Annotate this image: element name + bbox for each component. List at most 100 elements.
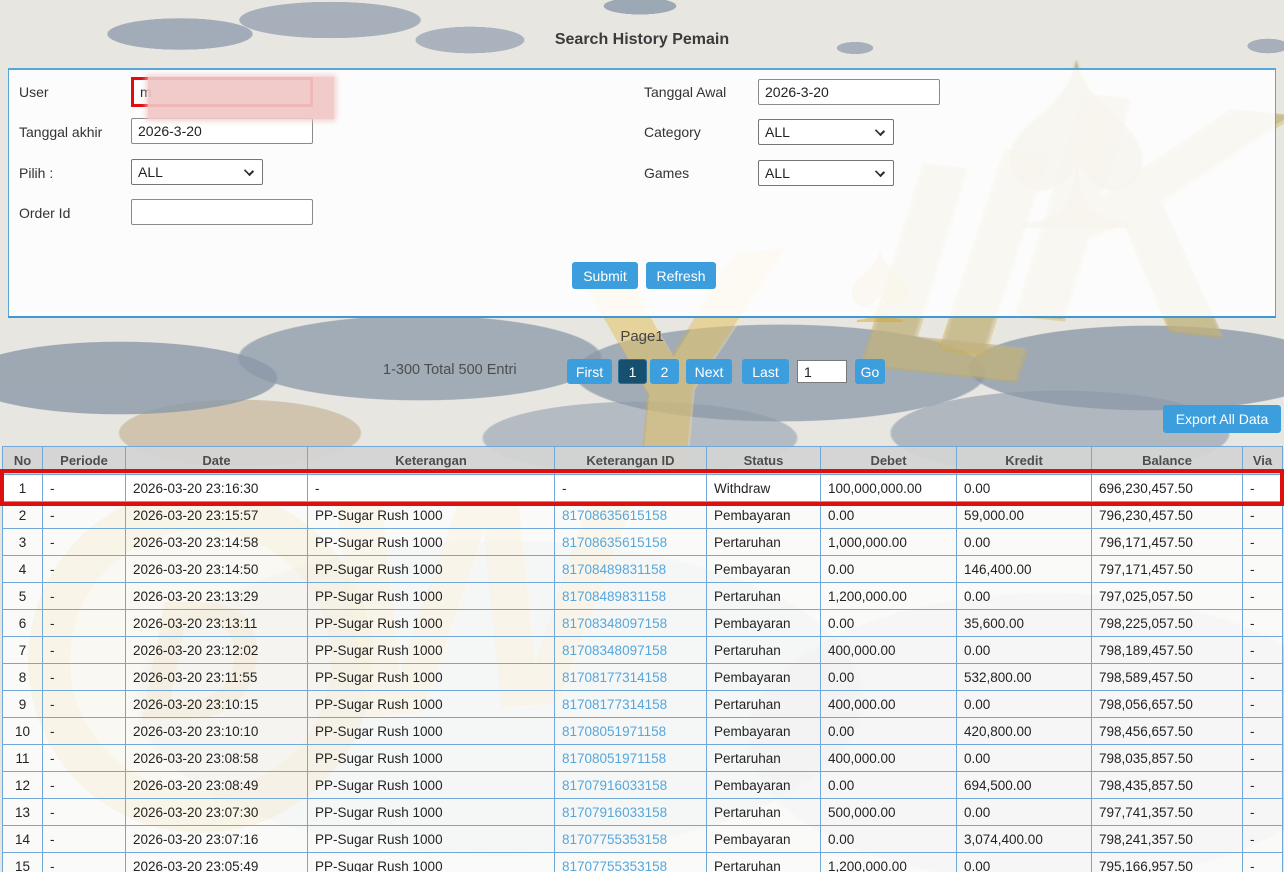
category-select-value: ALL: [765, 124, 790, 140]
table-row: 13-2026-03-20 23:07:30 PP-Sugar Rush 1000…: [2, 798, 1283, 826]
column-header-kredit: Kredit: [956, 446, 1092, 475]
cell-keterangan-id: 81708489831158: [554, 555, 707, 583]
cell-status: Pertaruhan: [706, 798, 821, 826]
keterangan-id-link[interactable]: 81708051971158: [562, 724, 666, 739]
keterangan-id-link[interactable]: 81708348097158: [562, 616, 667, 631]
games-select[interactable]: ALL: [758, 160, 894, 186]
cell-keterangan-id: 81708177314158: [554, 663, 707, 691]
table-row: 11-2026-03-20 23:08:58 PP-Sugar Rush 1000…: [2, 744, 1283, 772]
cell-keterangan: PP-Sugar Rush 1000: [307, 717, 555, 745]
column-header-date: Date: [125, 446, 308, 475]
cell-debet: 400,000.00: [820, 744, 957, 772]
cell-date: 2026-03-20 23:13:29: [125, 582, 308, 610]
column-header-debet: Debet: [820, 446, 957, 475]
first-page-button[interactable]: First: [567, 359, 612, 384]
cell-keterangan: PP-Sugar Rush 1000: [307, 555, 555, 583]
keterangan-id-link[interactable]: 81708348097158: [562, 643, 667, 658]
cell-periode: -: [42, 582, 126, 610]
keterangan-id-link[interactable]: 81708177314158: [562, 697, 667, 712]
table-row: 6-2026-03-20 23:13:11 PP-Sugar Rush 1000 8…: [2, 609, 1283, 637]
tanggal-awal-input[interactable]: [758, 79, 940, 105]
keterangan-id-link[interactable]: 81707755353158: [562, 859, 667, 872]
column-header-keterangan: Keterangan: [307, 446, 555, 475]
keterangan-id-link[interactable]: 81707916033158: [562, 778, 667, 793]
cell-date: 2026-03-20 23:14:58: [125, 528, 308, 556]
pilih-select[interactable]: ALL: [131, 159, 263, 185]
cell-status: Pembayaran: [706, 717, 821, 745]
cell-balance: 798,225,057.50: [1091, 609, 1243, 637]
cell-keterangan-id: -: [554, 474, 707, 502]
screen: D W Y L I K ♠ ♠ Search History Pemain Us…: [0, 0, 1284, 872]
cell-debet: 500,000.00: [820, 798, 957, 826]
cell-kredit: 59,000.00: [956, 501, 1092, 529]
table-body: 1-2026-03-20 23:16:30- - Withdraw 100,000,0…: [2, 474, 1283, 872]
keterangan-id-link[interactable]: 81708635615158: [562, 535, 667, 550]
games-label: Games: [644, 165, 690, 181]
order-id-input[interactable]: [131, 199, 313, 225]
cell-debet: 0.00: [820, 501, 957, 529]
chevron-down-icon: [874, 166, 886, 178]
cell-keterangan-id: 81708635615158: [554, 528, 707, 556]
cell-date: 2026-03-20 23:08:58: [125, 744, 308, 772]
user-label: User: [19, 84, 49, 100]
cell-debet: 1,000,000.00: [820, 528, 957, 556]
cell-balance: 795,166,957.50: [1091, 852, 1243, 872]
go-button[interactable]: Go: [855, 359, 885, 384]
cell-debet: 0.00: [820, 555, 957, 583]
cell-periode: -: [42, 771, 126, 799]
cell-keterangan: PP-Sugar Rush 1000: [307, 501, 555, 529]
history-table: No Periode Date Keterangan Keterangan ID Stat…: [2, 446, 1283, 872]
cell-balance: 796,230,457.50: [1091, 501, 1243, 529]
cell-keterangan-id: 81708348097158: [554, 636, 707, 664]
tanggal-akhir-input[interactable]: [131, 118, 313, 144]
cell-periode: -: [42, 717, 126, 745]
submit-button[interactable]: Submit: [572, 262, 638, 289]
cell-keterangan: PP-Sugar Rush 1000: [307, 771, 555, 799]
last-page-button[interactable]: Last: [742, 359, 789, 384]
cell-no: 9: [2, 690, 43, 718]
page-button-2[interactable]: 2: [650, 359, 679, 384]
cell-debet: 0.00: [820, 609, 957, 637]
cell-debet: 400,000.00: [820, 690, 957, 718]
keterangan-id-link[interactable]: 81708489831158: [562, 589, 666, 604]
keterangan-id-link[interactable]: 81707916033158: [562, 805, 667, 820]
keterangan-id-link[interactable]: 81707755353158: [562, 832, 667, 847]
cell-status: Pertaruhan: [706, 528, 821, 556]
next-page-button[interactable]: Next: [686, 359, 732, 384]
keterangan-id-link[interactable]: 81708177314158: [562, 670, 667, 685]
cell-via: -: [1242, 636, 1283, 664]
page-button-1[interactable]: 1: [618, 359, 647, 384]
cell-keterangan-id: 81708489831158: [554, 582, 707, 610]
column-header-via: Via: [1242, 446, 1283, 475]
page-title: Search History Pemain: [554, 31, 730, 48]
export-all-data-button[interactable]: Export All Data: [1163, 405, 1281, 433]
cell-no: 12: [2, 771, 43, 799]
cell-balance: 798,189,457.50: [1091, 636, 1243, 664]
cell-kredit: 0.00: [956, 636, 1092, 664]
cell-no: 10: [2, 717, 43, 745]
cell-debet: 400,000.00: [820, 636, 957, 664]
cell-via: -: [1242, 609, 1283, 637]
cell-balance: 696,230,457.50: [1091, 474, 1243, 502]
cell-keterangan-id: 81708051971158: [554, 744, 707, 772]
cell-kredit: 0.00: [956, 690, 1092, 718]
cell-keterangan: PP-Sugar Rush 1000: [307, 663, 555, 691]
cell-keterangan-id: 81708348097158: [554, 609, 707, 637]
cell-debet: 0.00: [820, 717, 957, 745]
keterangan-id-link[interactable]: 81708635615158: [562, 508, 667, 523]
keterangan-id-link[interactable]: 81708051971158: [562, 751, 666, 766]
table-row: 2-2026-03-20 23:15:57 PP-Sugar Rush 1000 8…: [2, 501, 1283, 529]
keterangan-id-link[interactable]: 81708489831158: [562, 562, 666, 577]
tanggal-akhir-label: Tanggal akhir: [19, 124, 103, 140]
cell-status: Pertaruhan: [706, 690, 821, 718]
cell-kredit: 0.00: [956, 852, 1092, 872]
cell-debet: 0.00: [820, 771, 957, 799]
cell-periode: -: [42, 528, 126, 556]
goto-page-input[interactable]: [797, 360, 847, 383]
category-select[interactable]: ALL: [758, 119, 894, 145]
cell-no: 8: [2, 663, 43, 691]
category-label: Category: [644, 124, 701, 140]
cell-periode: -: [42, 690, 126, 718]
cell-date: 2026-03-20 23:16:30: [125, 474, 308, 502]
refresh-button[interactable]: Refresh: [646, 262, 716, 289]
